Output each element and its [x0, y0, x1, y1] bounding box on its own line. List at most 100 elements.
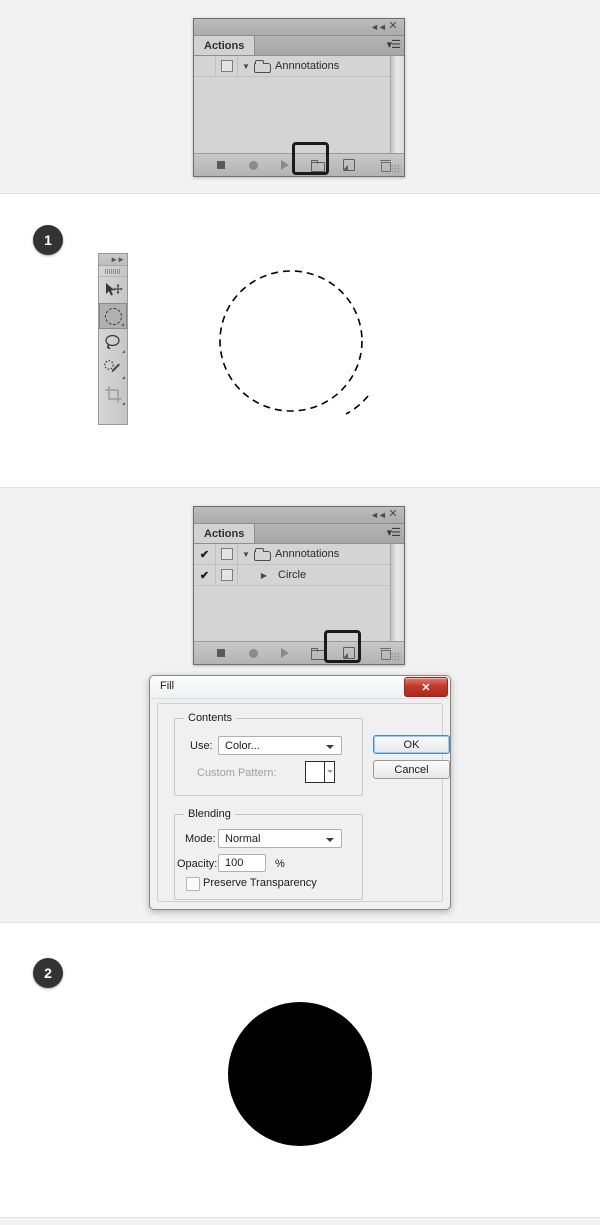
tool-more-corner-icon — [122, 350, 125, 353]
tool-more-corner-icon — [122, 402, 125, 405]
table-row[interactable]: ▼ Annnotations — [194, 56, 391, 77]
new-set-button[interactable] — [304, 642, 330, 664]
trash-icon — [379, 159, 391, 172]
mode-label: Mode: — [185, 833, 216, 845]
close-button[interactable]: ✕ — [404, 677, 448, 697]
record-button[interactable] — [240, 154, 266, 176]
checkbox-square-icon[interactable] — [220, 569, 233, 581]
panel-tab-row[interactable]: Actions ▾☰ — [194, 524, 404, 544]
actions-list[interactable]: ✔ ▼ Annnotations ✔ ▶ Circle — [194, 544, 404, 642]
quick-selection-tool[interactable] — [99, 355, 127, 381]
stop-button[interactable] — [208, 642, 234, 664]
panel-titlebar[interactable]: ◄◄ ✕ — [194, 19, 404, 36]
row-toggle-check[interactable] — [194, 56, 216, 76]
panel-menu-icon[interactable]: ▾☰ — [387, 39, 401, 51]
checkbox-square-icon[interactable] — [220, 60, 233, 72]
toolstrip-grip[interactable] — [99, 266, 127, 277]
percent-label: % — [275, 858, 285, 870]
play-triangle-icon — [281, 160, 289, 170]
lasso-tool[interactable] — [99, 329, 127, 355]
use-dropdown-value: Color... — [225, 740, 260, 752]
panel-titlebar[interactable]: ◄◄ ✕ — [194, 507, 404, 524]
pattern-preview — [306, 762, 324, 782]
preserve-transparency-label: Preserve Transparency — [203, 877, 317, 889]
move-tool[interactable] — [99, 277, 127, 303]
stop-square-icon — [217, 161, 225, 169]
resize-grip-icon[interactable] — [391, 652, 401, 662]
panel-footer-toolbar[interactable] — [194, 642, 404, 664]
crop-tool[interactable] — [99, 381, 127, 407]
row-dialog-toggle[interactable] — [216, 56, 238, 76]
use-dropdown[interactable]: Color... — [218, 736, 342, 755]
photoshop-toolstrip[interactable]: ►► — [98, 253, 128, 425]
blending-group-label: Blending — [184, 808, 235, 820]
vertical-scrollbar[interactable] — [390, 56, 404, 153]
pattern-dropdown-arrow[interactable] — [324, 762, 334, 782]
new-action-button[interactable] — [336, 642, 362, 664]
row-toggle-check[interactable]: ✔ — [194, 565, 216, 585]
actions-panel-2[interactable]: ◄◄ ✕ Actions ▾☰ ✔ ▼ Annnotations ✔ ▶ Cir… — [193, 506, 405, 665]
canvas-artwork-1 — [218, 268, 378, 423]
table-row[interactable]: ✔ ▼ Annnotations — [194, 544, 391, 565]
custom-pattern-label: Custom Pattern: — [197, 767, 277, 779]
fill-dialog[interactable]: Fill ✕ Contents Use: Color... Custom Pat… — [149, 675, 451, 910]
tool-more-corner-icon — [122, 376, 125, 379]
blending-group: Blending Mode: Normal Opacity: 100 % Pre… — [174, 808, 363, 900]
trash-icon — [379, 647, 391, 660]
dialog-titlebar[interactable]: Fill ✕ — [150, 676, 450, 699]
new-action-button[interactable] — [336, 154, 362, 176]
tool-more-corner-icon — [121, 323, 124, 326]
expander-triangle-icon[interactable]: ▶ — [256, 571, 272, 580]
panel-menu-icon[interactable]: ▾☰ — [387, 527, 401, 539]
collapse-double-arrow-icon[interactable]: ◄◄ — [370, 509, 387, 521]
action-set-label: Annnotations — [275, 60, 340, 72]
filled-black-circle — [228, 1002, 372, 1146]
record-button[interactable] — [240, 642, 266, 664]
elliptical-marquee-tool[interactable] — [99, 303, 127, 329]
contents-group: Contents Use: Color... Custom Pattern: — [174, 712, 363, 796]
cancel-button[interactable]: Cancel — [373, 760, 450, 779]
lasso-icon — [105, 334, 120, 349]
actions-list[interactable]: ▼ Annnotations — [194, 56, 404, 154]
folder-icon — [254, 60, 271, 73]
stop-square-icon — [217, 649, 225, 657]
new-folder-icon — [310, 647, 325, 660]
table-row[interactable]: ✔ ▶ Circle — [194, 565, 391, 586]
new-page-icon — [343, 647, 355, 659]
opacity-input[interactable]: 100 — [218, 854, 266, 872]
panel-tab-row[interactable]: Actions ▾☰ — [194, 36, 404, 56]
expander-triangle-icon[interactable]: ▼ — [238, 62, 254, 71]
play-button[interactable] — [272, 642, 298, 664]
mode-dropdown[interactable]: Normal — [218, 829, 342, 848]
custom-pattern-swatch[interactable] — [305, 761, 335, 783]
dialog-title: Fill — [160, 680, 175, 692]
actions-panel-1[interactable]: ◄◄ ✕ Actions ▾☰ ▼ Annnotations — [193, 18, 405, 177]
canvas-artwork-2 — [226, 1000, 376, 1155]
expand-double-arrow-icon[interactable]: ►► — [99, 254, 127, 266]
resize-grip-icon[interactable] — [391, 164, 401, 174]
row-toggle-check[interactable]: ✔ — [194, 544, 216, 564]
chevron-down-icon — [326, 838, 334, 842]
checkbox-square-icon[interactable] — [220, 548, 233, 560]
play-button[interactable] — [272, 154, 298, 176]
preserve-transparency-checkbox[interactable] — [186, 877, 200, 891]
collapse-double-arrow-icon[interactable]: ◄◄ — [370, 21, 387, 33]
new-set-button[interactable] — [304, 154, 330, 176]
close-icon[interactable]: ✕ — [387, 20, 399, 32]
expander-triangle-icon[interactable]: ▼ — [238, 550, 254, 559]
use-label: Use: — [190, 740, 213, 752]
vertical-scrollbar[interactable] — [390, 544, 404, 641]
stop-button[interactable] — [208, 154, 234, 176]
opacity-label: Opacity: — [177, 858, 218, 870]
ok-button[interactable]: OK — [373, 735, 450, 754]
panel-footer-toolbar[interactable] — [194, 154, 404, 176]
action-label: Circle — [278, 569, 307, 581]
tab-actions[interactable]: Actions — [194, 36, 256, 55]
step-badge-1: 1 — [33, 225, 63, 255]
ellipse-marquee-icon — [104, 307, 122, 325]
row-dialog-toggle[interactable] — [216, 544, 238, 564]
row-dialog-toggle[interactable] — [216, 565, 238, 585]
close-icon[interactable]: ✕ — [387, 508, 399, 520]
tab-actions[interactable]: Actions — [194, 524, 256, 543]
contents-group-label: Contents — [184, 712, 237, 724]
